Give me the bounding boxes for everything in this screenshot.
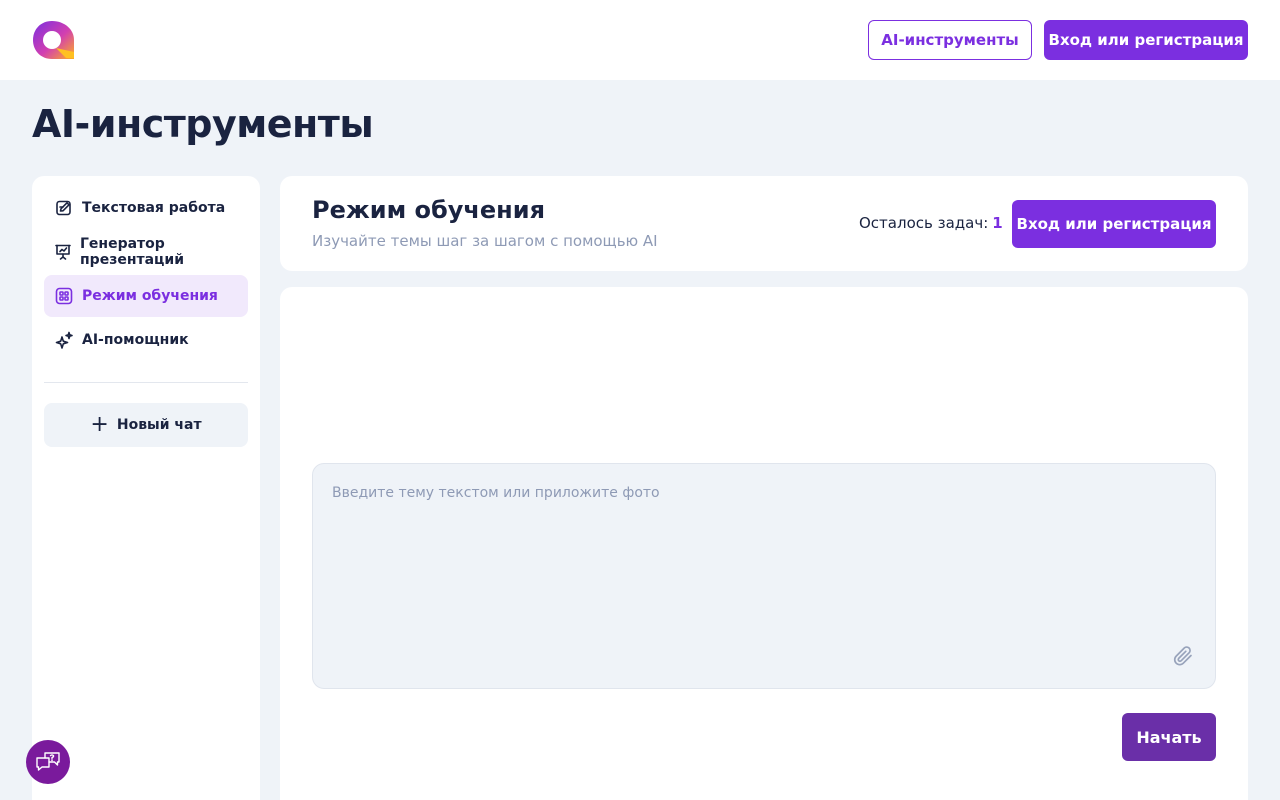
tasks-remaining: Осталось задач: 1 (859, 214, 1003, 232)
sidebar-item-text-work[interactable]: Текстовая работа (44, 187, 248, 229)
sidebar-item-learning-mode[interactable]: Режим обучения (44, 275, 248, 317)
presentation-icon (54, 242, 72, 262)
paperclip-icon[interactable] (1171, 644, 1195, 668)
sidebar-item-presentation-generator[interactable]: Генератор презентаций (44, 231, 248, 273)
tasks-remaining-count: 1 (992, 214, 1003, 232)
edit-document-icon (54, 198, 74, 218)
tasks-remaining-label: Осталось задач: (859, 214, 989, 232)
page-title: AI-инструменты (32, 102, 374, 146)
help-chat-button[interactable] (26, 740, 70, 784)
new-chat-label: Новый чат (116, 417, 202, 433)
logo-icon[interactable] (32, 20, 76, 62)
topic-placeholder: Введите тему текстом или приложите фото (332, 485, 660, 501)
header-login-button[interactable]: Вход или регистрация (1012, 200, 1216, 248)
plus-icon: + (90, 412, 109, 437)
topic-input[interactable]: Введите тему текстом или приложите фото (312, 463, 1216, 689)
chat-help-icon (36, 752, 60, 771)
grid-learning-icon (54, 286, 74, 306)
sidebar-item-label: Режим обучения (82, 288, 218, 304)
sidebar-item-label: Генератор презентаций (80, 236, 185, 268)
sidebar-item-label: AI-помощник (82, 332, 189, 348)
main-panel: Введите тему текстом или приложите фото … (280, 287, 1248, 800)
sidebar: Текстовая работа Генератор презентаций Р… (32, 176, 260, 800)
top-bar: AI-инструменты Вход или регистрация (0, 0, 1280, 80)
sparkle-icon (54, 330, 74, 350)
new-chat-button[interactable]: + Новый чат (44, 403, 248, 447)
mode-subtitle: Изучайте темы шаг за шагом с помощью AI (312, 232, 658, 250)
login-button[interactable]: Вход или регистрация (1044, 20, 1248, 60)
learning-mode-header: Режим обучения Изучайте темы шаг за шаго… (280, 176, 1248, 271)
sidebar-item-label: Текстовая работа (82, 200, 226, 216)
sidebar-divider (44, 382, 248, 383)
mode-title: Режим обучения (312, 196, 545, 224)
sidebar-item-ai-assistant[interactable]: AI-помощник (44, 319, 248, 361)
start-button[interactable]: Начать (1122, 713, 1216, 761)
ai-tools-button[interactable]: AI-инструменты (868, 20, 1032, 60)
